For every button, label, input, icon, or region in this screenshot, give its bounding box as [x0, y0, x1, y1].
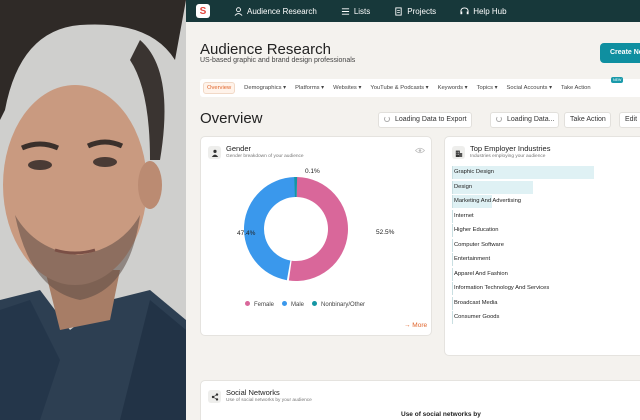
- tab-social-accounts[interactable]: Social Accounts ▾: [507, 85, 552, 91]
- loading-spinner-icon: [384, 116, 390, 122]
- more-link[interactable]: → More: [404, 322, 427, 329]
- industry-bar-edge: [452, 253, 453, 266]
- industries-card: Top Employer Industries Industries emplo…: [444, 136, 640, 356]
- male-slice[interactable]: [243, 177, 296, 281]
- tab-demographics[interactable]: Demographics ▾: [244, 85, 286, 91]
- industry-row[interactable]: Graphic Design: [452, 166, 640, 179]
- export-button[interactable]: Loading Data to Export: [378, 112, 472, 128]
- industry-row[interactable]: Information Technology And Services: [452, 282, 640, 295]
- industry-label: Graphic Design: [454, 169, 494, 175]
- industry-row[interactable]: Marketing And Advertising: [452, 195, 640, 208]
- industry-row[interactable]: Design: [452, 180, 640, 194]
- person-icon: [234, 6, 243, 16]
- legend-label: Male: [291, 302, 305, 308]
- industry-label: Apparel And Fashion: [454, 270, 508, 277]
- nav-audience-research[interactable]: Audience Research: [234, 7, 317, 16]
- list-icon: [341, 7, 350, 16]
- industry-bar-edge: [452, 224, 453, 237]
- nonbinary-swatch: [312, 301, 318, 306]
- document-icon: [394, 6, 403, 16]
- create-new-button[interactable]: Create Ne: [600, 43, 640, 63]
- industries-title: Top Employer Industries: [470, 144, 551, 153]
- social-chart-title: Use of social networks by: [401, 411, 481, 418]
- nav-projects[interactable]: Projects: [394, 7, 436, 16]
- industries-subtitle: Industries employing your audience: [470, 154, 546, 159]
- industry-label: Internet: [454, 212, 474, 219]
- nav-label: Lists: [353, 6, 371, 16]
- legend-label: Female: [254, 302, 275, 308]
- male-percent: 47.4%: [237, 230, 256, 237]
- social-networks-card: Social Networks Use of social networks b…: [200, 380, 640, 420]
- edit-button[interactable]: Edit: [619, 112, 640, 128]
- top-nav-bar: S Audience Research Lists Projects Help …: [186, 0, 640, 22]
- industry-bar-edge: [452, 282, 453, 295]
- loading-data-label: Loading Data...: [507, 116, 555, 123]
- nav-lists[interactable]: Lists: [341, 7, 370, 16]
- gender-legend: Female Male Nonbinary/Other: [245, 301, 373, 308]
- industry-bar-edge: [452, 296, 453, 310]
- tab-topics[interactable]: Topics ▾: [477, 85, 498, 91]
- help-icon: [460, 6, 469, 16]
- industry-bar-edge: [452, 311, 453, 324]
- industry-label: Entertainment: [454, 256, 491, 262]
- page-title: Audience Research: [200, 41, 331, 58]
- industry-row[interactable]: Consumer Goods: [452, 311, 640, 324]
- share-icon: [208, 390, 221, 403]
- social-networks-title: Social Networks: [226, 388, 280, 397]
- industry-row[interactable]: Broadcast Media: [452, 296, 640, 310]
- male-swatch: [282, 301, 288, 306]
- industry-bar-edge: [452, 180, 453, 194]
- industry-label: Information Technology And Services: [454, 285, 550, 291]
- gender-card: Gender Gender breakdown of your audience…: [200, 136, 432, 336]
- industry-label: Design: [454, 183, 473, 190]
- industry-bar-edge: [452, 166, 453, 179]
- tab-overview[interactable]: Overview: [203, 82, 236, 94]
- industry-bar-edge: [452, 195, 453, 208]
- industry-row[interactable]: Entertainment: [452, 253, 640, 266]
- industry-label: Broadcast Media: [454, 299, 498, 306]
- tab-take-action[interactable]: Take Action: [561, 85, 591, 91]
- app-panel: S Audience Research Lists Projects Help …: [186, 0, 640, 420]
- nav-label: Projects: [407, 6, 437, 16]
- building-icon: [452, 146, 465, 159]
- overview-heading: Overview: [200, 110, 263, 127]
- new-badge: NEW: [611, 77, 624, 83]
- legend-nonbinary[interactable]: Nonbinary/Other: [312, 301, 365, 308]
- industry-bar-edge: [452, 267, 453, 281]
- tab-keywords[interactable]: Keywords ▾: [438, 85, 468, 91]
- legend-label: Nonbinary/Other: [321, 302, 366, 308]
- app-logo[interactable]: S: [196, 4, 210, 18]
- industry-label: Higher Education: [454, 227, 499, 233]
- industry-row[interactable]: Apparel And Fashion: [452, 267, 640, 281]
- page-subtitle: US-based graphic and brand design profes…: [200, 57, 356, 64]
- loading-data-button[interactable]: Loading Data...: [490, 112, 560, 128]
- section-tabs: Overview Demographics ▾ Platforms ▾ Webs…: [200, 79, 640, 97]
- nav-label: Audience Research: [247, 6, 317, 16]
- legend-male[interactable]: Male: [282, 301, 304, 308]
- nav-help-hub[interactable]: Help Hub: [460, 6, 507, 16]
- industry-row[interactable]: Higher Education: [452, 224, 640, 237]
- social-networks-subtitle: Use of social networks by your audience: [226, 398, 312, 403]
- nonbinary-percent: 0.1%: [305, 168, 320, 175]
- industry-bar-edge: [452, 209, 453, 223]
- tab-platforms[interactable]: Platforms ▾: [295, 85, 324, 91]
- industry-label: Consumer Goods: [454, 314, 500, 320]
- legend-female[interactable]: Female: [245, 301, 274, 308]
- industry-row[interactable]: Computer Software: [452, 238, 640, 252]
- female-percent: 52.5%: [376, 229, 395, 236]
- industry-label: Marketing And Advertising: [454, 198, 522, 204]
- industry-bar-edge: [452, 238, 453, 252]
- take-action-button[interactable]: Take Action: [564, 112, 611, 128]
- tab-youtube-podcasts[interactable]: YouTube & Podcasts ▾: [370, 85, 428, 91]
- export-button-label: Loading Data to Export: [395, 116, 467, 123]
- industry-row[interactable]: Internet: [452, 209, 640, 223]
- tab-websites[interactable]: Websites ▾: [333, 85, 361, 91]
- female-slice[interactable]: [288, 177, 349, 281]
- presenter-photo: [0, 0, 186, 420]
- industry-label: Computer Software: [454, 241, 504, 248]
- loading-spinner-icon: [496, 116, 502, 122]
- female-swatch: [245, 301, 250, 306]
- nav-label: Help Hub: [473, 6, 507, 16]
